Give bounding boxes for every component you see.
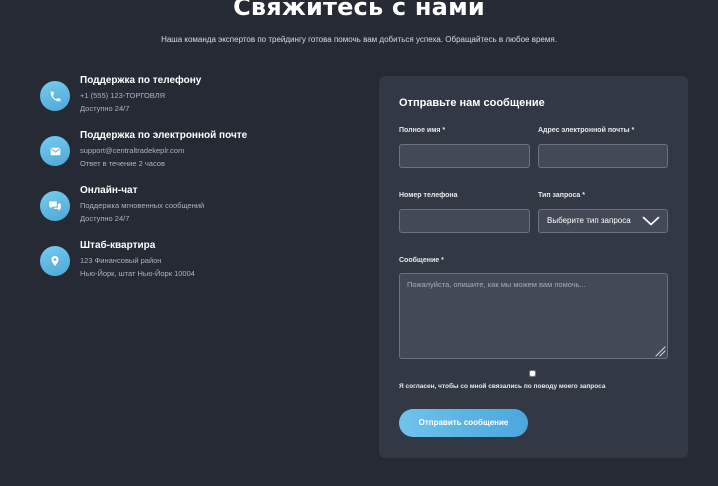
page-title: Свяжитесь с нами bbox=[233, 0, 485, 21]
resize-handle-icon[interactable] bbox=[654, 344, 666, 357]
email-input[interactable] bbox=[538, 144, 668, 168]
full-name-input[interactable] bbox=[399, 144, 530, 168]
full-name-label: Полное имя * bbox=[399, 127, 446, 134]
envelope-icon bbox=[40, 136, 70, 166]
contact-item-email: Поддержка по электронной почте support@c… bbox=[40, 129, 340, 179]
contact-phone-number: +1 (555) 123-ТОРГОВЛЯ bbox=[80, 91, 166, 100]
contact-title: Онлайн-чат bbox=[80, 185, 138, 196]
page-subtitle: Наша команда экспертов по трейдингу гото… bbox=[161, 35, 557, 44]
contact-title: Поддержка по электронной почте bbox=[80, 130, 248, 141]
consent-label: Я согласен, чтобы со мной связались по п… bbox=[399, 383, 606, 390]
phone-input[interactable] bbox=[399, 209, 530, 233]
consent-checkbox[interactable] bbox=[529, 370, 536, 377]
submit-button[interactable]: Отправить сообщение bbox=[399, 409, 528, 437]
request-type-selected-value: Выберите тип запроса bbox=[547, 216, 631, 225]
contact-title: Штаб-квартира bbox=[80, 240, 156, 251]
location-pin-icon bbox=[40, 246, 70, 276]
contact-title: Поддержка по телефону bbox=[80, 75, 202, 86]
request-type-select[interactable]: Выберите тип запроса bbox=[538, 209, 668, 233]
chat-bubbles-icon bbox=[40, 191, 70, 221]
contact-availability: Доступно 24/7 bbox=[80, 214, 130, 223]
email-label: Адрес электронной почты * bbox=[538, 127, 635, 134]
message-textarea[interactable] bbox=[399, 273, 668, 359]
contact-street-address: 123 Финансовый район bbox=[80, 256, 162, 265]
contact-city-address: Нью-Йорк, штат Нью-Йорк 10004 bbox=[80, 269, 195, 278]
request-type-label: Тип запроса * bbox=[538, 192, 585, 199]
contact-availability: Доступно 24/7 bbox=[80, 104, 130, 113]
phone-icon bbox=[40, 81, 70, 111]
contact-form-card: Отправьте нам сообщение Полное имя * Адр… bbox=[379, 76, 688, 458]
chevron-down-icon bbox=[635, 210, 667, 232]
contact-item-phone: Поддержка по телефону +1 (555) 123-ТОРГО… bbox=[40, 74, 340, 124]
contact-item-chat: Онлайн-чат Поддержка мгновенных сообщени… bbox=[40, 184, 340, 234]
phone-label: Номер телефона bbox=[399, 192, 458, 199]
contact-response-time: Ответ в течение 2 часов bbox=[80, 159, 165, 168]
contact-chat-description: Поддержка мгновенных сообщений bbox=[80, 201, 205, 210]
contact-email-address: support@centraltradekeplr.com bbox=[80, 146, 185, 155]
contact-item-headquarters: Штаб-квартира 123 Финансовый район Нью-Й… bbox=[40, 239, 340, 289]
message-label: Сообщение * bbox=[399, 257, 444, 264]
form-title: Отправьте нам сообщение bbox=[399, 97, 545, 109]
